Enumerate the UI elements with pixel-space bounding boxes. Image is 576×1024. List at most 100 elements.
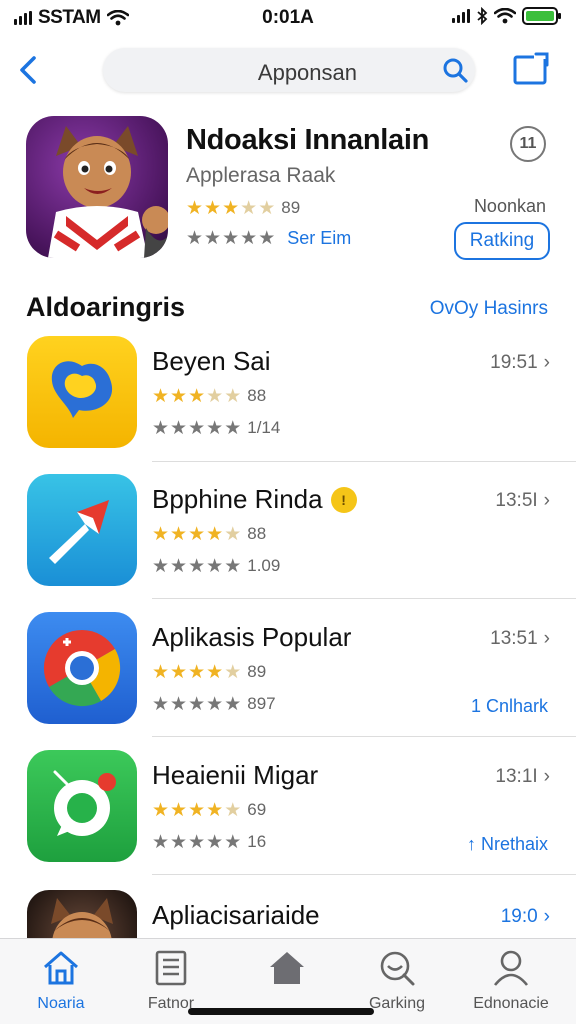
app-time-text: 13:1I (495, 766, 538, 787)
app-icon-green[interactable] (27, 750, 137, 862)
star-rating-icon: ★ ★ ★ ★ ★ (186, 197, 276, 219)
cartoon-character-icon (48, 126, 168, 258)
app-review-count: 16 (247, 832, 267, 851)
chevron-right-icon: › (543, 352, 550, 373)
divider (152, 736, 576, 737)
app-time: 19:0 › (501, 906, 550, 928)
app-time: 13:1I › (495, 766, 550, 788)
app-icon-chat[interactable] (27, 336, 137, 448)
star-rating-gray-icon: ★ ★ ★ ★ ★ (152, 555, 242, 577)
star-rating-icon: ★ ★ ★ ★ ★ (152, 799, 242, 821)
app-review-count: 897 (247, 694, 276, 713)
app-time-text: 13:5I (495, 490, 538, 511)
app-action-link[interactable]: ↑ Nrethaix (467, 834, 548, 855)
featured-app-icon[interactable] (26, 116, 168, 258)
nav-bar: Apponsan (0, 46, 576, 94)
list-item[interactable]: Apliacisariaide 19:0 › (0, 890, 576, 938)
search-icon[interactable] (441, 56, 469, 84)
app-title[interactable]: Bpphine Rinda! (152, 484, 357, 515)
search-chat-icon (380, 951, 415, 986)
app-time-text: 19:0 (500, 906, 538, 927)
star-rating-gray-icon: ★ ★ ★ ★ ★ (186, 228, 276, 249)
app-rating-secondary: ★ ★ ★ ★ ★ 1.09 (152, 556, 280, 576)
chevron-right-icon: › (543, 628, 550, 649)
section-title: Aldoaringris (26, 292, 186, 322)
app-title-text[interactable]: Aplikasis Popular (152, 622, 351, 653)
star-rating-gray-icon: ★ ★ ★ ★ ★ (152, 831, 242, 853)
app-icon-browser[interactable] (27, 612, 137, 724)
divider (152, 461, 576, 462)
app-icon-character[interactable] (27, 890, 137, 938)
app-title[interactable]: Apliacisariaide (152, 900, 320, 931)
app-title-text[interactable]: Apliacisariaide (152, 900, 320, 931)
back-chevron-icon[interactable] (14, 52, 44, 88)
tab-home[interactable]: Noaria (6, 949, 116, 1013)
app-rating: ★ ★ ★ ★ ★ 88 (152, 386, 266, 406)
list-item[interactable]: Bpphine Rinda! ★ ★ ★ ★ ★ 88 ★ ★ ★ ★ ★ 1.09 13:5I… (0, 474, 576, 612)
tab-home-label[interactable]: Noaria (6, 995, 116, 1013)
list-icon (155, 950, 187, 986)
chevron-right-icon: › (543, 490, 550, 511)
app-rating-value: 69 (247, 800, 267, 819)
featured-rating-value: 89 (281, 198, 301, 217)
star-rating-gray-icon: ★ ★ ★ ★ ★ (152, 693, 242, 715)
featured-app-subtitle: Applerasa Raak (186, 164, 336, 187)
app-title[interactable]: Heaienii Migar (152, 760, 318, 791)
divider (152, 598, 576, 599)
app-title-text[interactable]: Heaienii Migar (152, 760, 318, 791)
list-item[interactable]: Beyen Sai ★ ★ ★ ★ ★ 88 ★ ★ ★ ★ ★ 1/14 19:51 › (0, 336, 576, 474)
app-rating-secondary: ★ ★ ★ ★ ★ 16 (152, 832, 266, 852)
compass-pin-icon (53, 770, 116, 836)
featured-rating-secondary: ★ ★ ★ ★ ★ Ser Eim (186, 228, 351, 249)
status-bar: SSTAM 0:01A (0, 0, 576, 34)
section-see-all-link[interactable]: OvOy Hasinrs (430, 298, 548, 320)
home-indicator[interactable] (188, 1008, 374, 1015)
chevron-right-icon: › (543, 906, 550, 927)
tab-profile-label[interactable]: Ednonacie (456, 995, 566, 1013)
app-icon-arrow[interactable] (27, 474, 137, 586)
app-time-text: 19:51 (490, 352, 538, 373)
app-action-link[interactable]: 1 Cnlhark (471, 696, 548, 717)
star-rating-gray-icon: ★ ★ ★ ★ ★ (152, 417, 242, 439)
list-item[interactable]: Aplikasis Popular ★ ★ ★ ★ ★ 89 ★ ★ ★ ★ ★ 897 13:… (0, 612, 576, 750)
app-time: 19:51 › (490, 352, 550, 374)
featured-action-button[interactable]: Ratking (454, 222, 550, 260)
featured-app[interactable]: Ndoaksi Innanlain Applerasa Raak ★ ★ ★ ★ ★ 8… (0, 116, 576, 276)
tab-house[interactable] (232, 949, 342, 995)
star-rating-icon: ★ ★ ★ ★ ★ (152, 661, 242, 683)
home-outline-icon (44, 951, 78, 985)
tab-search[interactable]: Garking (342, 949, 452, 1013)
bluetooth-icon (477, 7, 488, 25)
browser-logo-icon (43, 629, 121, 707)
person-icon (493, 950, 529, 986)
tab-list[interactable]: Fatnor (116, 949, 226, 1013)
app-title-text[interactable]: Bpphine Rinda (152, 484, 323, 515)
see-link[interactable]: Ser Eim (287, 228, 351, 249)
app-rating: ★ ★ ★ ★ ★ 89 (152, 662, 266, 682)
featured-rating: ★ ★ ★ ★ ★ 89 (186, 198, 300, 218)
cartoon-character-icon (51, 898, 113, 938)
star-rating-icon: ★ ★ ★ ★ ★ (152, 523, 242, 545)
app-review-count: 1.09 (247, 556, 281, 575)
app-rating-secondary: ★ ★ ★ ★ ★ 897 (152, 694, 276, 714)
featured-app-title[interactable]: Ndoaksi Innanlain (186, 124, 429, 157)
featured-count-badge: 11 (510, 126, 546, 162)
app-time: 13:5I › (495, 490, 550, 512)
app-rating-secondary: ★ ★ ★ ★ ★ 1/14 (152, 418, 280, 438)
app-review-count: 1/14 (247, 418, 281, 437)
search-field[interactable]: Apponsan (103, 48, 475, 92)
chat-bubble-icon (51, 361, 113, 418)
arrow-pointer-icon (49, 500, 109, 564)
tab-profile[interactable]: Ednonacie (456, 949, 566, 1013)
share-icon[interactable] (512, 50, 550, 86)
warning-badge-icon: ! (330, 486, 357, 513)
app-title[interactable]: Aplikasis Popular (152, 622, 351, 653)
app-rating: ★ ★ ★ ★ ★ 88 (152, 524, 266, 544)
app-rating: ★ ★ ★ ★ ★ 69 (152, 800, 266, 820)
app-rating-value: 89 (247, 662, 267, 681)
list-item[interactable]: Heaienii Migar ★ ★ ★ ★ ★ 69 ★ ★ ★ ★ ★ 16 13:1I › … (0, 750, 576, 888)
app-title-text[interactable]: Beyen Sai (152, 346, 271, 377)
chevron-right-icon: › (543, 766, 550, 787)
app-title[interactable]: Beyen Sai (152, 346, 271, 377)
cellular-signal-icon-right (452, 9, 470, 23)
